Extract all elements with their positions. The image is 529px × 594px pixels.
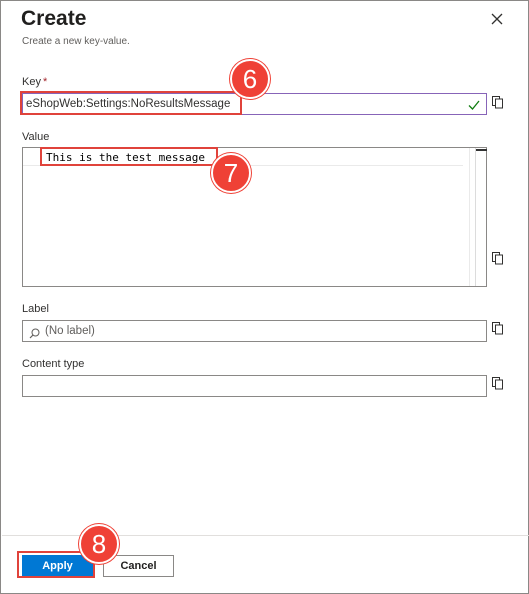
scrollbar[interactable] (476, 149, 487, 151)
cancel-button[interactable]: Cancel (103, 555, 174, 577)
checkmark-icon (468, 98, 480, 110)
label-field-label: Label (22, 303, 49, 315)
step-badge-6: 6 (230, 59, 270, 99)
content-type-label: Content type (22, 358, 85, 370)
label-input[interactable]: (No label) (22, 320, 487, 342)
value-label: Value (22, 131, 50, 143)
required-mark: * (42, 76, 48, 88)
close-icon[interactable] (487, 9, 507, 29)
step-badge-8: 8 (79, 524, 119, 564)
label-placeholder: (No label) (45, 325, 95, 337)
value-textarea[interactable]: This is the test message (22, 147, 487, 287)
search-icon (29, 326, 40, 339)
copy-key-icon[interactable] (491, 95, 505, 109)
callout-key-highlight (20, 91, 242, 115)
step-badge-7: 7 (211, 153, 251, 193)
copy-label-icon[interactable] (491, 321, 505, 335)
content-type-input[interactable] (22, 375, 487, 397)
panel-subtitle: Create a new key-value. (22, 36, 130, 47)
panel-title: Create (21, 7, 87, 30)
callout-value-highlight (40, 147, 218, 166)
copy-value-icon[interactable] (491, 251, 505, 265)
key-label: Key * (22, 76, 48, 88)
copy-content-type-icon[interactable] (491, 376, 505, 390)
